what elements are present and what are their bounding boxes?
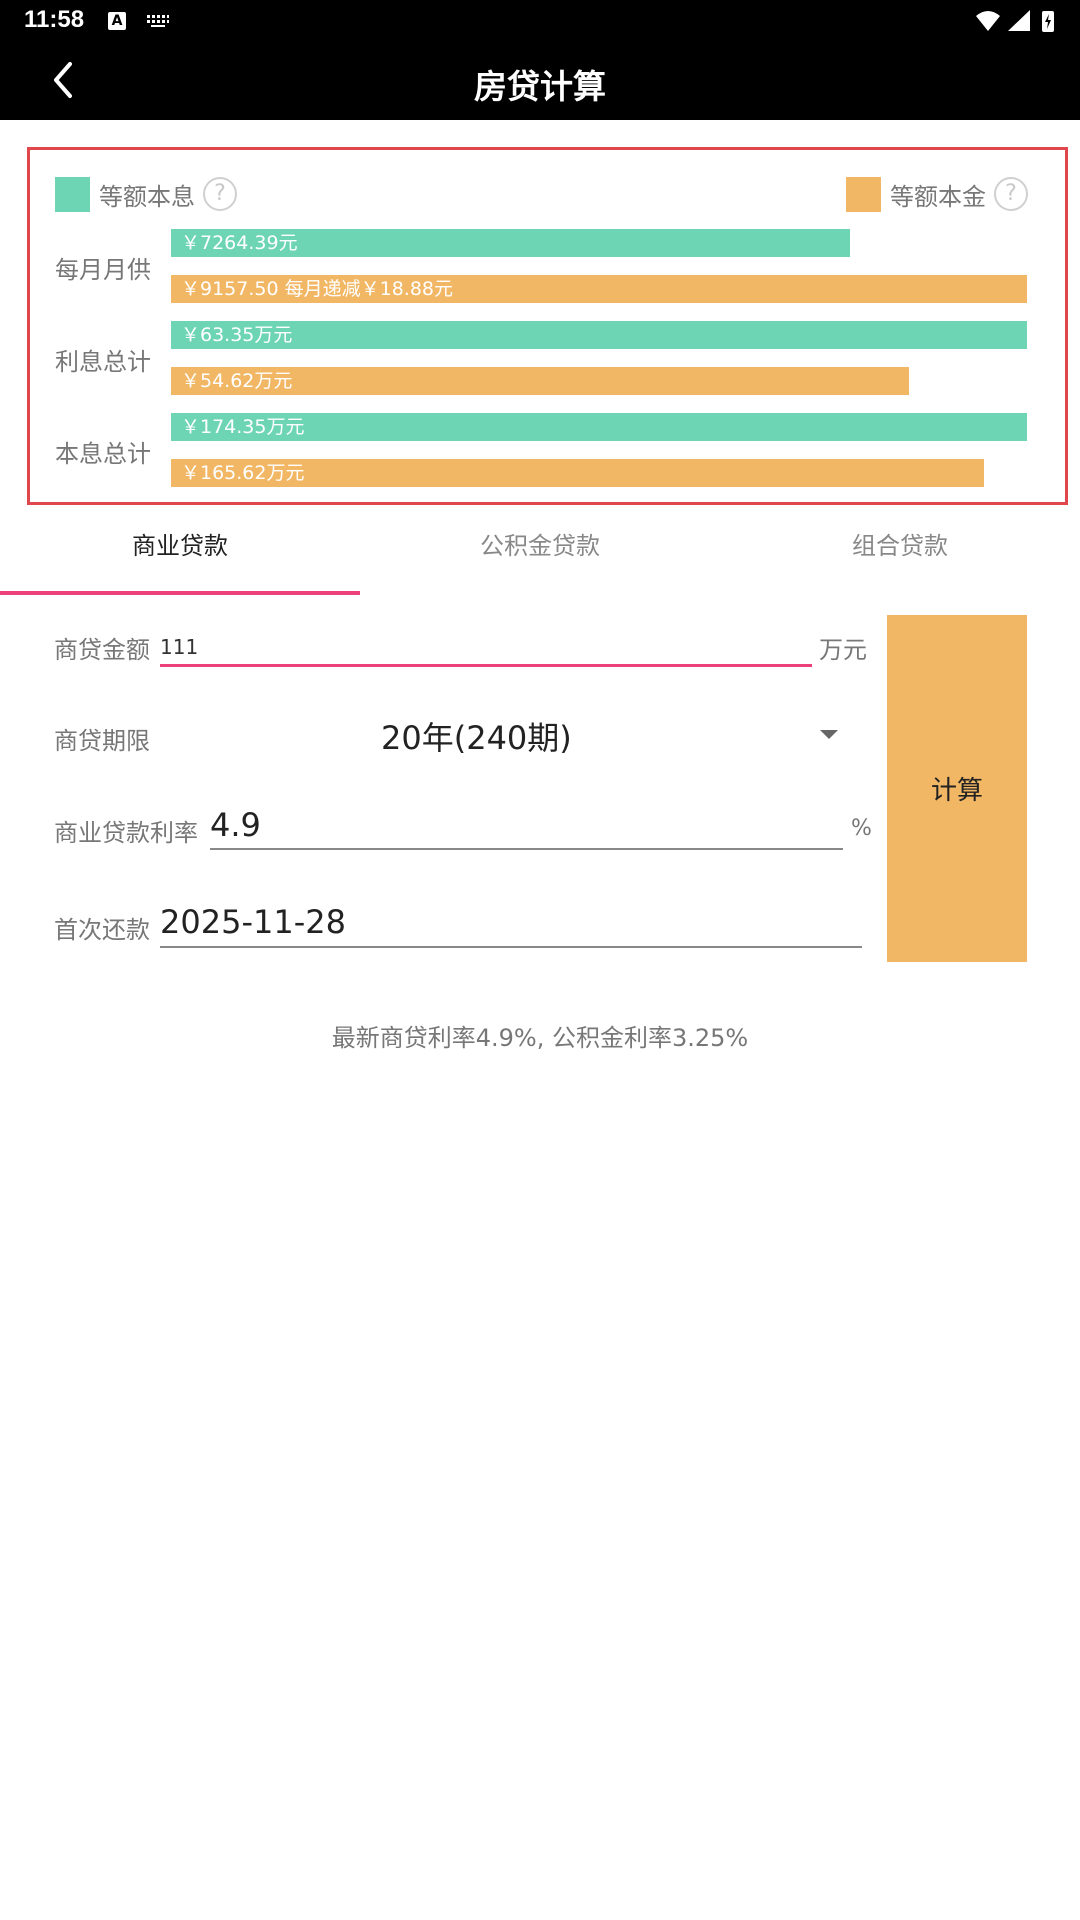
bar-equal-principal-2: ￥165.62万元 <box>171 459 984 487</box>
tab-commercial-loan[interactable]: 商业贷款 <box>0 526 360 561</box>
system-status-icons <box>976 10 1054 32</box>
loan-type-tabs: 商业贷款 公积金贷款 组合贷款 <box>0 508 1080 598</box>
legend-label: 等额本金 <box>890 182 986 211</box>
dropdown-arrow-icon[interactable] <box>820 730 838 739</box>
status-time: 11:58 <box>24 6 85 33</box>
category-label-monthly: 每月月供 <box>55 256 151 284</box>
bar-value-label: ￥54.62万元 <box>181 370 293 392</box>
bar-equal-principal-0: ￥9157.50 每月递减￥18.88元 <box>171 275 1027 303</box>
legend-equal-principal: 等额本金 ? <box>846 176 1028 212</box>
bar-equal-installment-0: ￥7264.39元 <box>171 229 850 257</box>
legend-swatch-orange <box>846 176 881 212</box>
page-title: 房贷计算 <box>474 67 606 106</box>
first-payment-input[interactable]: 2025-11-28 <box>160 903 346 941</box>
term-label: 商贷期限 <box>54 727 150 755</box>
app-bar: 房贷计算 <box>0 42 1080 120</box>
bar-value-label: ￥174.35万元 <box>181 416 305 438</box>
term-select[interactable]: 20年(240期) <box>381 713 572 759</box>
category-label-total: 本息总计 <box>55 440 151 468</box>
rate-unit: % <box>851 816 872 841</box>
help-icon[interactable]: ? <box>203 177 237 211</box>
bar-value-label: ￥165.62万元 <box>181 462 305 484</box>
calculate-button[interactable]: 计算 <box>887 615 1027 962</box>
rate-input[interactable]: 4.9 <box>210 806 261 844</box>
amount-input-underline <box>160 664 812 667</box>
amount-label: 商贷金额 <box>54 636 150 664</box>
bar-value-label: ￥9157.50 每月递减￥18.88元 <box>181 278 454 300</box>
rate-input-underline <box>210 848 843 850</box>
notification-icon: A <box>108 12 126 30</box>
category-label-interest: 利息总计 <box>55 348 151 376</box>
rate-note: 最新商贷利率4.9%, 公积金利率3.25% <box>331 1024 749 1052</box>
wifi-icon <box>976 11 1000 31</box>
tab-combined-loan[interactable]: 组合贷款 <box>720 526 1080 561</box>
bar-value-label: ￥7264.39元 <box>181 232 298 254</box>
keyboard-icon <box>147 15 169 27</box>
status-bar: 11:58 A <box>0 0 1080 42</box>
amount-unit: 万元 <box>819 636 867 664</box>
active-tab-indicator <box>0 591 360 595</box>
bar-value-label: ￥63.35万元 <box>181 324 293 346</box>
signal-icon <box>1008 10 1030 31</box>
legend-equal-installment: 等额本息 ? <box>55 176 237 212</box>
tab-provident-fund-loan[interactable]: 公积金贷款 <box>360 526 720 561</box>
first-payment-underline <box>160 946 862 948</box>
first-payment-label: 首次还款 <box>54 916 150 944</box>
legend-label: 等额本息 <box>99 182 195 211</box>
bar-equal-installment-1: ￥63.35万元 <box>171 321 1027 349</box>
rate-label: 商业贷款利率 <box>54 819 198 847</box>
bar-equal-principal-1: ￥54.62万元 <box>171 367 909 395</box>
comparison-chart: 等额本息 ? 等额本金 ? 每月月供 利息总计 本息总计 ￥7264.39元 ￥9… <box>27 147 1068 505</box>
legend-swatch-green <box>55 176 90 212</box>
bar-equal-installment-2: ￥174.35万元 <box>171 413 1027 441</box>
amount-input[interactable]: 111 <box>160 635 198 659</box>
help-icon[interactable]: ? <box>994 177 1028 211</box>
